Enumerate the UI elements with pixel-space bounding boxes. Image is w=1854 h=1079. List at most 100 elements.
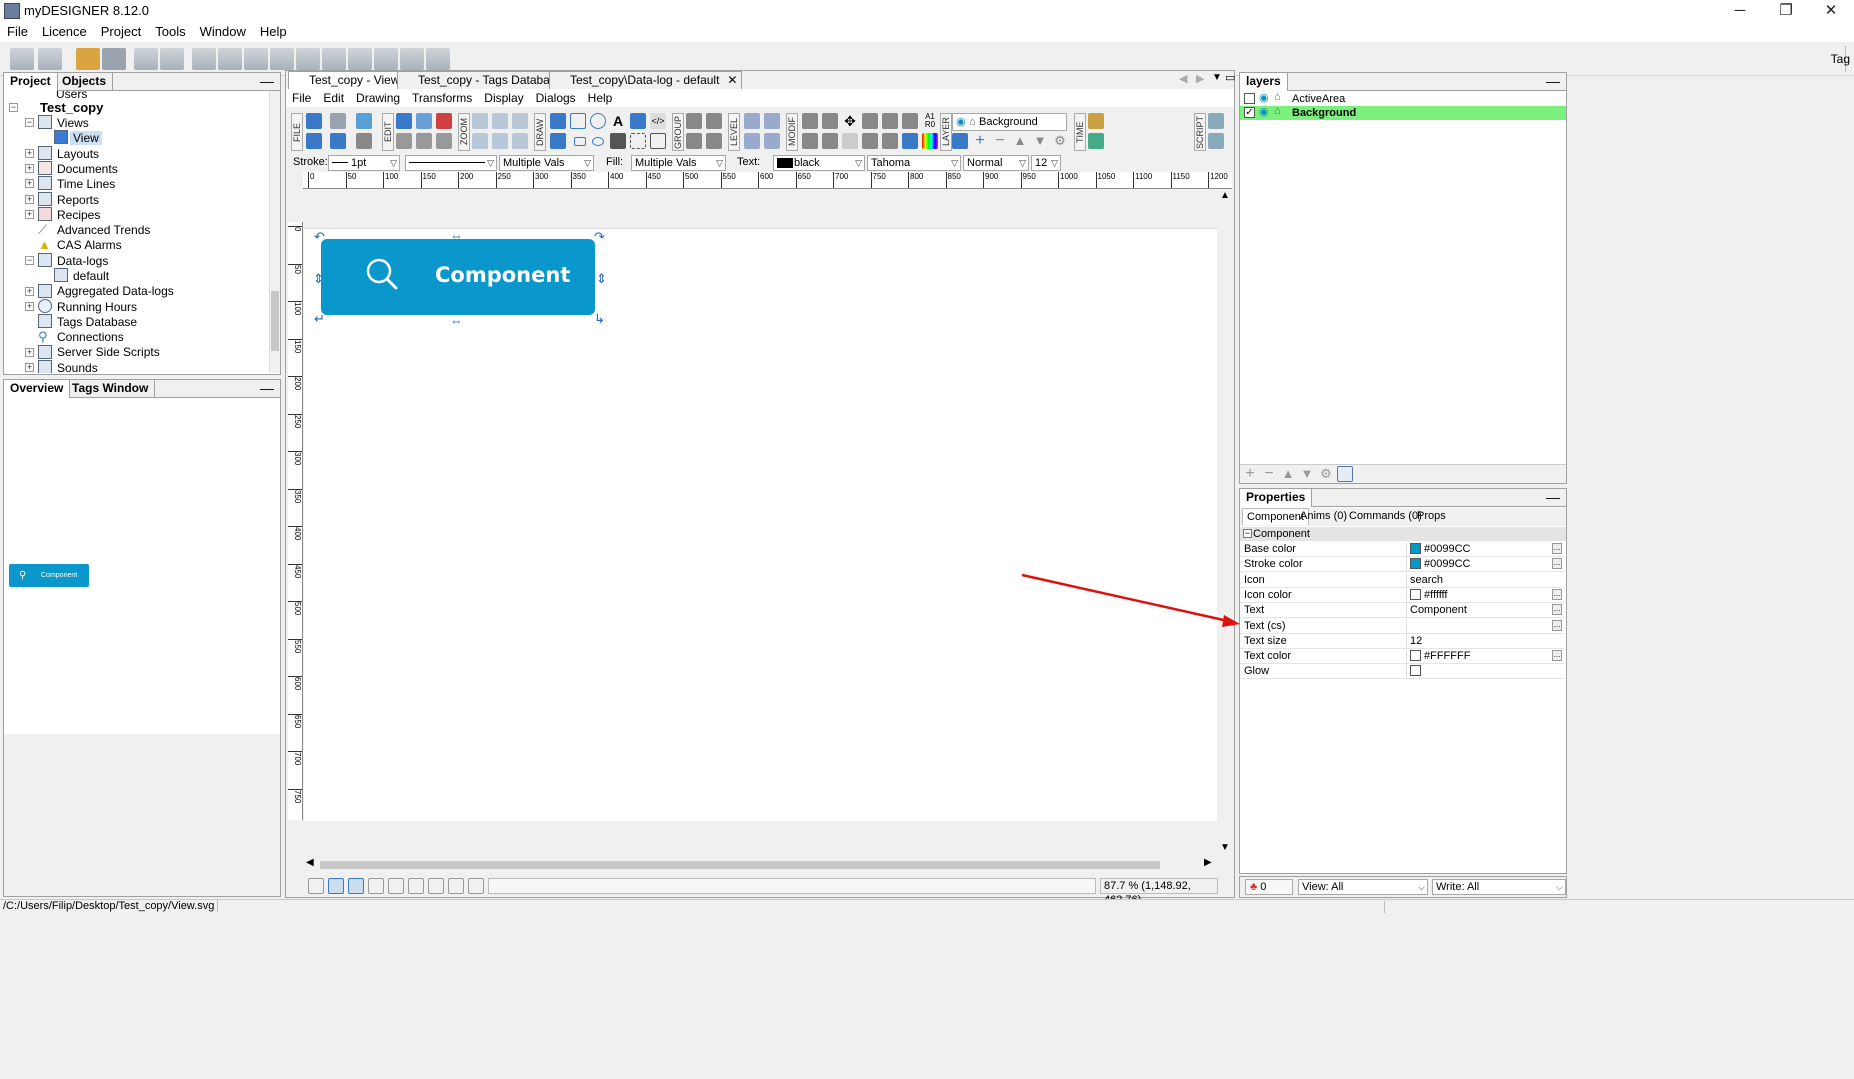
grid-snap-icon[interactable] [822,133,838,149]
copy-icon[interactable] [416,113,432,129]
restore-button[interactable]: ❐ [1763,0,1809,22]
layer-row-activearea[interactable]: ◉ ⌂ ActiveArea [1240,91,1566,106]
overview-component-thumbnail[interactable]: ⚲ Component [9,564,89,587]
tree-item-advanced-trends[interactable]: Advanced Trends [57,223,150,237]
zoom-page-icon[interactable] [512,133,528,149]
tree-item-view[interactable]: View [70,131,102,145]
save-icon[interactable] [306,133,322,149]
collapse-icon[interactable]: − [9,103,18,112]
rotate-handle-icon[interactable]: ↵ [314,311,325,327]
ellipse-icon[interactable] [590,113,606,129]
copy-icon[interactable] [330,133,346,149]
editor-menu-edit[interactable]: Edit [317,89,350,107]
font-select[interactable]: Tahoma ▽ [867,155,961,171]
minimize-panel-button[interactable]: — [260,380,274,396]
tree-item-tags-database[interactable]: Tags Database [57,315,137,329]
editor-menu-help[interactable]: Help [582,89,619,107]
rotate-handle-icon[interactable]: ↶ [314,229,325,245]
remove-icon[interactable] [160,48,184,70]
save-all-icon[interactable] [38,48,62,70]
check-icon[interactable] [356,113,372,129]
pencil-icon[interactable] [1088,113,1104,129]
maximize-editor-icon[interactable]: ▭ [1225,71,1235,84]
delete-icon[interactable] [436,113,452,129]
rotate-icon[interactable]: A1 R0 [922,113,938,129]
collapse-icon[interactable]: − [25,256,34,265]
resize-handle-icon[interactable]: ⇔ [450,228,463,243]
tree-item-cas-alarms[interactable]: CAS Alarms [57,238,122,252]
align-icon[interactable] [802,113,818,129]
tree-item-documents[interactable]: Documents [57,162,118,176]
scroll-right-icon[interactable]: ▶ [1204,857,1212,868]
undo-icon[interactable] [306,113,322,129]
grid-icon[interactable] [368,878,384,894]
skew-icon[interactable] [902,133,918,149]
text-color-select[interactable]: black ▽ [773,155,865,171]
canvas-component-button[interactable]: Component [321,239,595,315]
close-tab-icon[interactable]: ✕ [727,73,737,87]
expand-icon[interactable]: + [25,287,34,296]
paste-special-icon[interactable] [416,133,432,149]
add-layer-icon[interactable]: + [1242,466,1258,482]
property-row[interactable]: Glow [1240,664,1564,680]
cut-icon[interactable] [396,113,412,129]
stroke-color-select[interactable]: Multiple Vals ▽ [499,155,594,171]
property-row[interactable]: Icon color #ffffff... [1240,588,1564,603]
textbox-icon[interactable] [650,133,666,149]
vertical-scrollbar[interactable]: ▲ ▼ [1217,190,1233,854]
tree-item-recipes[interactable]: Recipes [57,208,100,222]
image-icon[interactable] [630,113,646,129]
tree-item-connections[interactable]: Connections [57,330,124,344]
menu-tools[interactable]: Tools [148,22,192,39]
tab-data-log[interactable]: Test_copy\Data-log - default ✕ [549,71,743,89]
property-row[interactable]: Text color #FFFFFF... [1240,649,1564,665]
users-online-button[interactable]: ♣ 0 [1245,879,1293,895]
ellipse-outline-icon[interactable] [592,137,604,146]
distribute-icon[interactable] [822,113,838,129]
group-edit-icon[interactable] [686,133,702,149]
upload-icon[interactable] [348,48,372,70]
tree-item-views[interactable]: Views [57,116,89,130]
zoom-out-icon[interactable] [492,113,508,129]
layer-row-background[interactable]: ✓ ◉ ⌂ Background [1240,105,1566,120]
tab-scroll-left-icon[interactable]: ◀ [1179,72,1187,85]
script-icon[interactable] [1208,113,1224,129]
scroll-down-icon[interactable]: ▼ [1220,842,1230,853]
layer-up-icon[interactable]: ▲ [1012,133,1028,149]
property-value[interactable]: #FFFFFF [1406,650,1564,665]
horizontal-scrollbar[interactable]: ◀ ▶ [304,857,1217,871]
import-icon[interactable] [134,48,158,70]
mask-icon[interactable] [448,878,464,894]
menu-file[interactable]: File [0,22,35,39]
expand-icon[interactable]: + [25,348,34,357]
editor-menu-transforms[interactable]: Transforms [406,89,478,107]
save-icon[interactable] [10,48,34,70]
layer-select[interactable]: ◉ ⌂ Background [952,113,1067,131]
remove-layer-icon[interactable]: − [992,133,1008,149]
rect-outline-icon[interactable] [574,137,586,146]
expand-icon[interactable]: + [25,164,34,173]
move-icon[interactable]: ✥ [842,113,858,129]
expand-icon[interactable]: + [25,195,34,204]
gear-icon[interactable]: ⚙ [1052,133,1068,149]
undo-icon[interactable] [76,48,100,70]
close-button[interactable]: ✕ [1808,0,1854,22]
stroke-style-select[interactable]: ▽ [405,155,497,171]
zoom-area-icon[interactable] [492,133,508,149]
export-display-icon[interactable] [296,48,320,70]
ellipsis-button[interactable]: ... [1552,588,1562,600]
expand-icon[interactable]: + [25,302,34,311]
property-value[interactable] [1406,619,1564,634]
frame-icon[interactable] [468,878,484,894]
expand-icon[interactable]: + [25,210,34,219]
polyline-icon[interactable] [550,133,566,149]
timeline-icon[interactable] [1088,133,1104,149]
tree-item-default[interactable]: default [73,269,109,283]
property-value[interactable]: #0099CC [1406,558,1564,573]
expand-icon[interactable]: + [25,179,34,188]
font-weight-select[interactable]: Normal ▽ [963,155,1029,171]
code-icon[interactable]: </> [650,113,666,129]
menu-project[interactable]: Project [94,22,148,39]
redo-icon[interactable] [102,48,126,70]
tab-tags-window[interactable]: Tags Window [66,380,156,398]
